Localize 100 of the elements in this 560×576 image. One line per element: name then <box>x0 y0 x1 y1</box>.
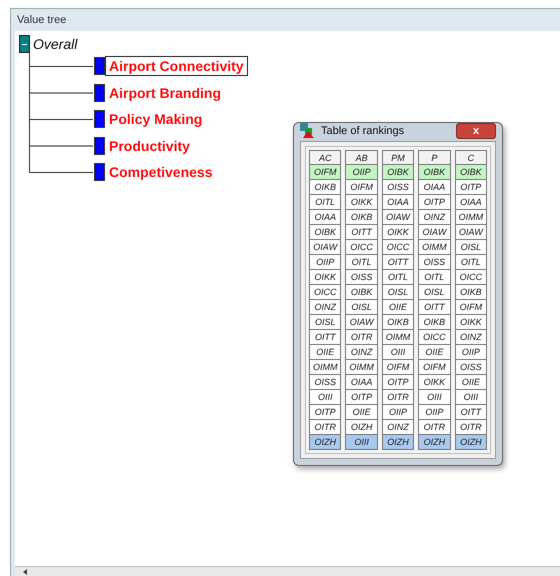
node-square-icon <box>94 57 105 76</box>
table-cell: OIMM <box>454 210 488 225</box>
table-cell: OIII <box>309 390 342 405</box>
table-cell: OIII <box>345 435 378 450</box>
table-cell: OIKK <box>309 270 342 285</box>
table-cell: OIMM <box>345 360 378 375</box>
table-cell: OINZ <box>345 345 378 360</box>
table-cell: OIAA <box>454 195 488 210</box>
table-cell: OICC <box>418 330 451 345</box>
table-cell: OISL <box>454 240 488 255</box>
table-cell: OISL <box>382 285 414 300</box>
app-icon <box>300 123 316 139</box>
table-cell: OITT <box>454 405 488 420</box>
table-cell: OIAW <box>454 225 488 240</box>
tree-node-label[interactable]: Airport Connectivity <box>105 56 248 76</box>
table-cell: OIFM <box>382 360 414 375</box>
table-cell: OITR <box>309 420 342 435</box>
table-cell: OIFM <box>418 360 451 375</box>
table-cell: OIBK <box>454 165 488 180</box>
collapse-toggle[interactable] <box>19 35 30 53</box>
table-cell: OIBK <box>309 225 342 240</box>
table-cell: OIIE <box>454 375 488 390</box>
table-cell: OIKB <box>454 285 488 300</box>
table-cell: OISS <box>309 375 342 390</box>
table-cell: OITP <box>382 375 414 390</box>
table-cell: OIII <box>418 390 451 405</box>
tree-node-label[interactable]: Overall <box>33 36 78 52</box>
table-cell: OIKB <box>418 315 451 330</box>
column-header: PM <box>382 150 414 165</box>
table-cell: OIII <box>382 345 414 360</box>
table-cell: OIAA <box>345 375 378 390</box>
table-cell: OISS <box>382 180 414 195</box>
table-cell: OIIP <box>454 345 488 360</box>
column-header: C <box>454 150 488 165</box>
table-cell: OIAA <box>382 195 414 210</box>
node-square-icon <box>94 110 105 128</box>
table-cell: OIKB <box>382 315 414 330</box>
table-cell: OINZ <box>454 330 488 345</box>
table-cell: OISS <box>418 255 451 270</box>
table-cell: OIAW <box>309 240 342 255</box>
table-cell: OIAA <box>309 210 342 225</box>
table-cell: OIKK <box>345 195 378 210</box>
table-cell: OIZH <box>382 435 414 450</box>
table-cell: OIFM <box>345 180 378 195</box>
table-cell: OIMM <box>309 360 342 375</box>
table-cell: OIIP <box>309 255 342 270</box>
table-cell: OIZH <box>309 435 342 450</box>
table-cell: OITP <box>345 390 378 405</box>
column-header: AC <box>309 150 342 165</box>
table-cell: OISS <box>454 360 488 375</box>
table-cell: OIBK <box>418 165 451 180</box>
table-cell: OIBK <box>345 285 378 300</box>
table-cell: OISS <box>345 270 378 285</box>
tree-node-label[interactable]: Competiveness <box>105 162 216 182</box>
table-cell: OIAW <box>418 225 451 240</box>
table-cell: OIAA <box>418 180 451 195</box>
table-cell: OITL <box>382 270 414 285</box>
table-cell: OIZH <box>454 435 488 450</box>
table-cell: OIKK <box>418 375 451 390</box>
close-button[interactable]: x <box>456 123 496 139</box>
node-square-icon <box>94 136 105 155</box>
table-cell: OIIE <box>382 300 414 315</box>
column-header: AB <box>345 150 378 165</box>
table-cell: OISL <box>418 285 451 300</box>
horizontal-scrollbar[interactable] <box>15 566 560 576</box>
table-cell: OIKB <box>309 180 342 195</box>
table-cell: OIIE <box>309 345 342 360</box>
table-cell: OIKK <box>454 315 488 330</box>
table-cell: OINZ <box>382 420 414 435</box>
table-cell: OICC <box>454 270 488 285</box>
table-cell: OICC <box>345 240 378 255</box>
table-cell: OINZ <box>418 210 451 225</box>
table-cell: OITR <box>418 420 451 435</box>
table-cell: OIFM <box>454 300 488 315</box>
table-cell: OIAW <box>345 315 378 330</box>
table-cell: OISL <box>345 300 378 315</box>
table-cell: OIBK <box>382 165 414 180</box>
table-cell: OICC <box>309 285 342 300</box>
table-cell: OITR <box>454 420 488 435</box>
table-cell: OIIP <box>418 405 451 420</box>
table-cell: OITT <box>418 300 451 315</box>
table-cell: OIIP <box>382 405 414 420</box>
table-cell: OITL <box>454 255 488 270</box>
table-cell: OIMM <box>382 330 414 345</box>
tree-node-label[interactable]: Airport Branding <box>105 82 225 103</box>
window-title: Value tree <box>17 14 66 26</box>
table-cell: OITT <box>382 255 414 270</box>
table-cell: OIKB <box>345 210 378 225</box>
table-cell: OICC <box>382 240 414 255</box>
table-cell: OIIE <box>345 405 378 420</box>
table-cell: OITR <box>382 390 414 405</box>
table-cell: OIKK <box>382 225 414 240</box>
tree-node-label[interactable]: Productivity <box>105 136 194 156</box>
table-cell: OIZH <box>345 420 378 435</box>
table-cell: OITR <box>345 330 378 345</box>
tree-node-label[interactable]: Policy Making <box>105 109 206 130</box>
node-square-icon <box>94 84 105 102</box>
table-cell: OITT <box>309 330 342 345</box>
table-cell: OITT <box>345 225 378 240</box>
table-cell: OIII <box>454 390 488 405</box>
